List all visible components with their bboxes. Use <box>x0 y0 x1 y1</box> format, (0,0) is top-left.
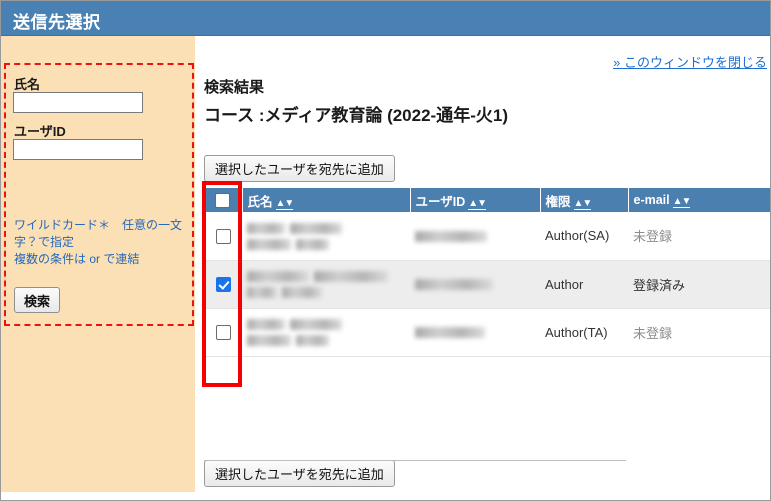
redacted-name-line <box>247 236 405 252</box>
search-button[interactable]: 検索 <box>14 287 60 313</box>
add-selected-users-button-bottom[interactable]: 選択したユーザを宛先に追加 <box>204 460 395 487</box>
sort-arrows-name-icon[interactable]: ▲▼ <box>275 197 294 210</box>
redacted-block <box>282 287 322 299</box>
redacted-block <box>247 238 291 250</box>
row-select-checkbox[interactable] <box>215 277 231 293</box>
search-results-table: 氏名 ▲▼ ユーザID ▲▼ 権限 ▲▼ e-mail ▲▼ Author(SA) 未登録… <box>204 188 770 357</box>
user-role-cell: Author(TA) <box>540 308 628 357</box>
table-header-row: 氏名 ▲▼ ユーザID ▲▼ 権限 ▲▼ e-mail ▲▼ <box>204 188 770 212</box>
user-role-text: Author(SA) <box>545 228 610 244</box>
user-name-cell <box>242 260 410 309</box>
redacted-block <box>314 271 388 282</box>
table-row[interactable]: Author(SA) 未登録 <box>204 212 770 261</box>
user-role-text: Author <box>545 276 584 292</box>
redacted-block <box>247 271 309 282</box>
table-row[interactable]: Author 登録済み <box>204 260 770 309</box>
redacted-name-line <box>247 284 405 300</box>
user-role-text: Author(TA) <box>545 324 608 340</box>
userid-input[interactable] <box>13 139 143 160</box>
redacted-block <box>247 287 277 299</box>
header-role-label: 権限 <box>545 194 571 209</box>
email-status-cell: 未登録 <box>628 308 770 357</box>
user-name-cell <box>242 212 410 261</box>
table-bottom-rule <box>204 460 626 461</box>
sort-arrows-userid-icon[interactable]: ▲▼ <box>468 197 487 210</box>
email-status-text: 登録済み <box>633 277 686 293</box>
search-result-heading: 検索結果 <box>204 79 265 96</box>
redacted-name-line <box>247 220 405 236</box>
email-status-cell: 未登録 <box>628 212 770 261</box>
header-email[interactable]: e-mail ▲▼ <box>628 188 770 212</box>
table-header: 氏名 ▲▼ ユーザID ▲▼ 権限 ▲▼ e-mail ▲▼ <box>204 188 770 212</box>
redacted-block <box>415 230 487 242</box>
course-name-heading: コース :メディア教育論 (2022-通年-火1) <box>204 106 508 125</box>
sort-arrows-email-icon[interactable]: ▲▼ <box>672 196 691 208</box>
header-name-label: 氏名 <box>247 194 273 209</box>
user-id-cell <box>410 212 540 261</box>
search-sidebar: 氏名 ユーザID ワイルドカード＊ 任意の一文字？で指定 複数の条件は or で… <box>1 36 195 492</box>
search-form-highlight: 氏名 ユーザID ワイルドカード＊ 任意の一文字？で指定 複数の条件は or で… <box>4 63 194 326</box>
header-userid-label: ユーザID <box>415 194 466 209</box>
row-select-checkbox[interactable] <box>215 325 231 341</box>
redacted-block <box>247 222 285 234</box>
email-status-text: 未登録 <box>633 229 673 245</box>
redacted-name-line <box>247 332 405 348</box>
redacted-block <box>290 319 342 330</box>
userid-field-label: ユーザID <box>14 124 66 139</box>
email-status-cell: 登録済み <box>628 260 770 309</box>
user-id-cell <box>410 308 540 357</box>
window-title: 送信先選択 <box>13 13 101 32</box>
redacted-name-line <box>247 268 405 284</box>
header-email-label: e-mail <box>633 193 670 207</box>
dialog-window: 送信先選択 氏名 ユーザID ワイルドカード＊ 任意の一文字？で指定 複数の条件… <box>0 0 771 501</box>
user-id-cell <box>410 260 540 309</box>
wildcard-hint-line-2: 複数の条件は or で連結 <box>14 252 140 266</box>
redacted-block <box>290 222 342 234</box>
user-role-cell: Author <box>540 260 628 309</box>
redacted-name-line <box>247 316 405 332</box>
header-name[interactable]: 氏名 ▲▼ <box>242 188 411 212</box>
row-select-checkbox[interactable] <box>215 228 231 244</box>
close-window-link[interactable]: » このウィンドウを閉じる <box>613 52 767 71</box>
table-body: Author(SA) 未登録 Author 登録済み Author(TA) 未登録 <box>204 212 770 357</box>
main-content: » このウィンドウを閉じる 検索結果 コース :メディア教育論 (2022-通年… <box>195 36 770 500</box>
row-select-cell[interactable] <box>204 308 242 357</box>
redacted-block <box>415 279 493 291</box>
table-row[interactable]: Author(TA) 未登録 <box>204 308 770 357</box>
wildcard-hint-line-1: ワイルドカード＊ 任意の一文字？で指定 <box>14 218 183 249</box>
row-select-cell[interactable] <box>204 212 242 261</box>
header-role[interactable]: 権限 ▲▼ <box>540 188 629 212</box>
add-selected-users-button-top[interactable]: 選択したユーザを宛先に追加 <box>204 155 395 182</box>
sort-arrows-role-icon[interactable]: ▲▼ <box>573 197 592 210</box>
redacted-block <box>415 327 485 339</box>
redacted-block <box>296 335 329 347</box>
name-input[interactable] <box>13 92 143 113</box>
name-field-label: 氏名 <box>14 77 41 92</box>
redacted-block <box>247 319 285 330</box>
email-status-text: 未登録 <box>633 325 673 341</box>
user-name-cell <box>242 308 410 357</box>
redacted-block <box>247 335 291 347</box>
header-userid[interactable]: ユーザID ▲▼ <box>410 188 541 212</box>
row-select-cell[interactable] <box>204 260 242 309</box>
user-role-cell: Author(SA) <box>540 212 628 261</box>
window-titlebar: 送信先選択 <box>1 1 770 36</box>
header-select-all-cell[interactable] <box>204 188 243 212</box>
redacted-block <box>296 238 329 250</box>
select-all-checkbox[interactable] <box>215 192 231 208</box>
